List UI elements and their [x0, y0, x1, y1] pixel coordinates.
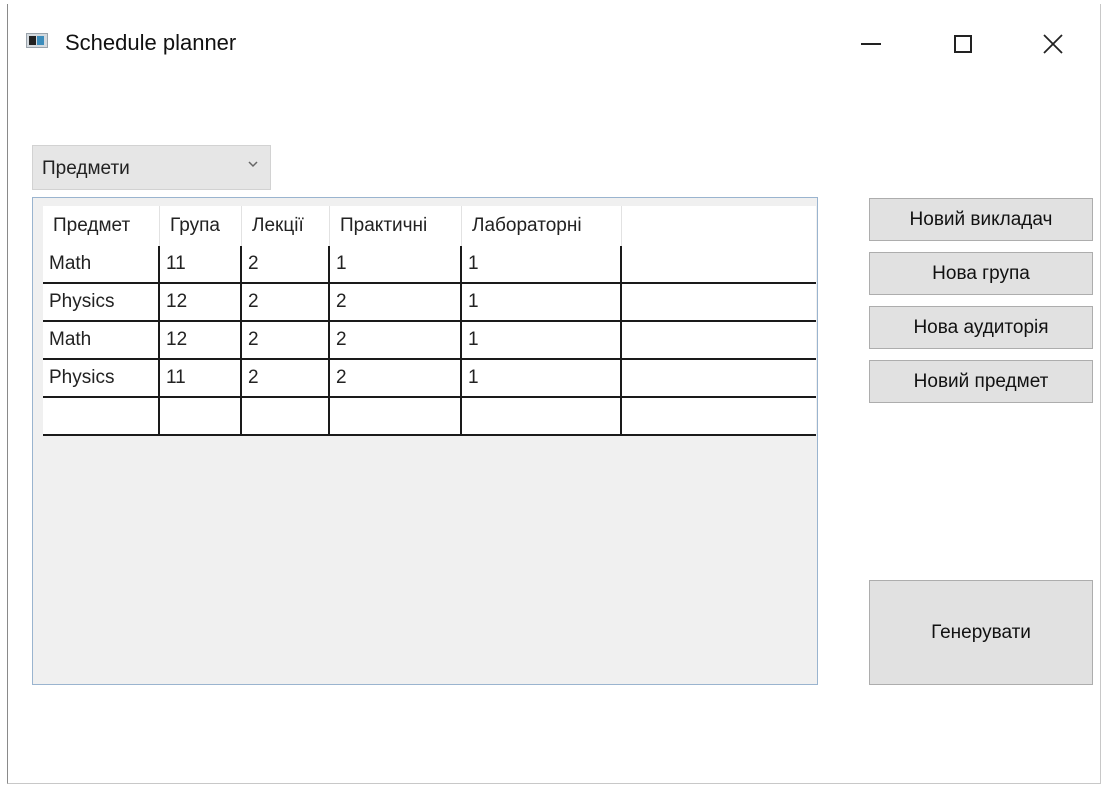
table-cell[interactable]: 11 — [160, 246, 242, 282]
table-cell[interactable]: Physics — [43, 360, 160, 396]
close-button[interactable] — [1030, 22, 1076, 66]
table-row[interactable]: Physics 11 2 2 1 — [43, 360, 816, 398]
table-cell-filler — [622, 246, 816, 282]
table-cell[interactable]: 1 — [462, 322, 622, 358]
chevron-down-icon — [248, 161, 258, 168]
column-header[interactable]: Практичні — [330, 206, 462, 246]
table-row[interactable]: Physics 12 2 2 1 — [43, 284, 816, 322]
maximize-button[interactable] — [940, 22, 986, 66]
table-cell[interactable]: 2 — [330, 322, 462, 358]
table-cell-filler — [622, 284, 816, 320]
table-cell[interactable]: 2 — [242, 360, 330, 396]
table-cell[interactable] — [242, 398, 330, 434]
maximize-icon — [954, 35, 972, 53]
table-cell[interactable]: 2 — [242, 246, 330, 282]
table-cell[interactable]: 1 — [462, 360, 622, 396]
new-subject-button[interactable]: Новий предмет — [869, 360, 1093, 403]
table-cell[interactable]: 2 — [330, 284, 462, 320]
table-cell-filler — [622, 322, 816, 358]
table-cell[interactable] — [43, 398, 160, 434]
table-cell[interactable] — [160, 398, 242, 434]
window-title: Schedule planner — [65, 30, 237, 55]
table-cell[interactable]: 1 — [462, 246, 622, 282]
new-group-button[interactable]: Нова група — [869, 252, 1093, 295]
category-select[interactable]: Предмети — [32, 145, 271, 190]
column-header-filler — [622, 206, 816, 246]
table-cell[interactable]: 1 — [462, 284, 622, 320]
title-bar[interactable]: Schedule planner — [8, 4, 1100, 82]
table-row[interactable]: Math 12 2 2 1 — [43, 322, 816, 360]
table-cell[interactable]: Math — [43, 246, 160, 282]
category-select-value: Предмети — [42, 158, 130, 179]
table-cell[interactable]: 2 — [330, 360, 462, 396]
minimize-button[interactable] — [848, 22, 894, 66]
table-cell[interactable]: Physics — [43, 284, 160, 320]
table-cell[interactable]: 12 — [160, 284, 242, 320]
table-row-new[interactable] — [43, 398, 816, 436]
table-cell[interactable] — [330, 398, 462, 434]
column-header[interactable]: Предмет — [43, 206, 160, 246]
column-header[interactable]: Лабораторні — [462, 206, 622, 246]
minimize-icon — [861, 43, 881, 45]
column-header[interactable]: Лекції — [242, 206, 330, 246]
table-row[interactable]: Math 11 2 1 1 — [43, 246, 816, 284]
table-cell[interactable]: 2 — [242, 322, 330, 358]
close-icon — [1043, 34, 1063, 54]
column-header[interactable]: Група — [160, 206, 242, 246]
table-cell[interactable]: Math — [43, 322, 160, 358]
table-cell-filler — [622, 398, 816, 434]
table-cell-filler — [622, 360, 816, 396]
new-room-button[interactable]: Нова аудиторія — [869, 306, 1093, 349]
table-cell[interactable]: 1 — [330, 246, 462, 282]
new-teacher-button[interactable]: Новий викладач — [869, 198, 1093, 241]
app-icon — [26, 33, 48, 48]
data-grid[interactable]: Предмет Група Лекції Практичні Лаборатор… — [32, 197, 818, 685]
app-window: Schedule planner Предмети Предмет Група … — [7, 4, 1101, 784]
table-cell[interactable]: 2 — [242, 284, 330, 320]
table-cell[interactable] — [462, 398, 622, 434]
table-cell[interactable]: 12 — [160, 322, 242, 358]
table-cell[interactable]: 11 — [160, 360, 242, 396]
generate-button[interactable]: Генерувати — [869, 580, 1093, 685]
